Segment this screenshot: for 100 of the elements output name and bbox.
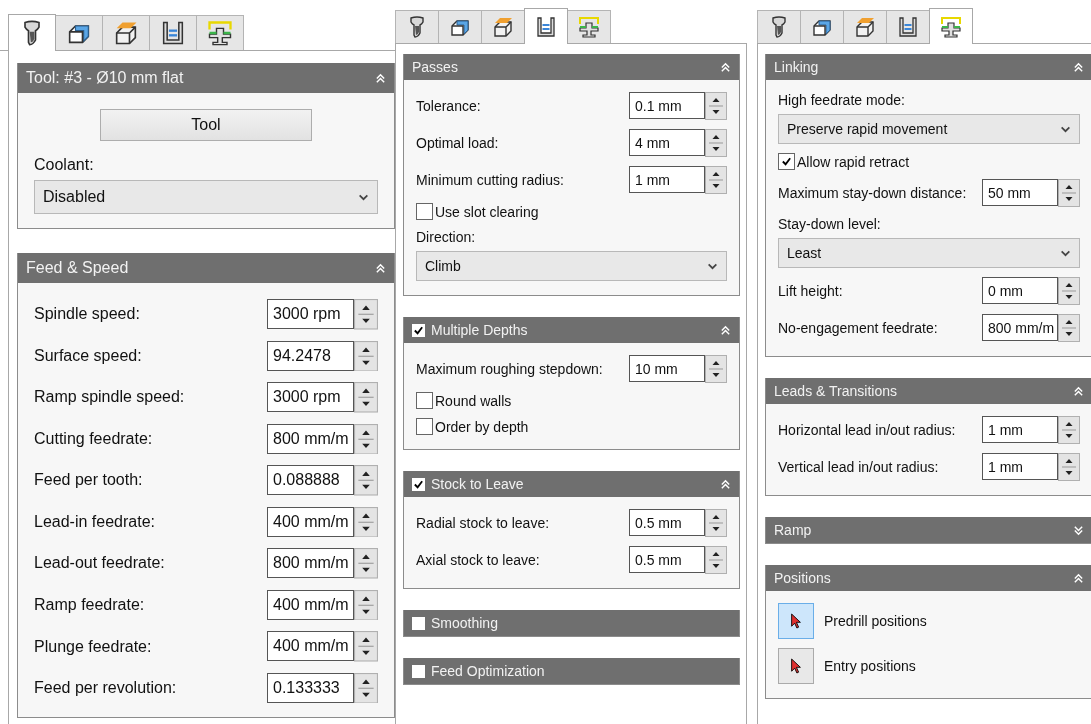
spinner-button[interactable]	[705, 129, 727, 157]
section-header[interactable]: Ramp	[766, 517, 1091, 543]
number-field[interactable]: 50 mm	[982, 179, 1058, 206]
checkbox[interactable]	[416, 203, 433, 220]
spinner-button[interactable]	[354, 548, 378, 579]
collapse-icon[interactable]	[720, 324, 731, 336]
spinner-button[interactable]	[354, 340, 378, 372]
spinner-button[interactable]	[1058, 277, 1080, 305]
number-field[interactable]: 0.5 mm	[629, 546, 705, 573]
number-field[interactable]: 0.1 mm	[629, 92, 705, 119]
section-header[interactable]: Stock to Leave	[404, 471, 739, 497]
dropdown[interactable]: Preserve rapid movement	[778, 114, 1080, 144]
section-header[interactable]: Feed & Speed	[18, 253, 394, 283]
spinner-button[interactable]	[705, 546, 727, 574]
checkbox[interactable]	[778, 153, 795, 170]
number-field[interactable]: 800 mm/m	[982, 314, 1058, 341]
spinner-button[interactable]	[1058, 416, 1080, 444]
number-field[interactable]: 10 mm	[629, 355, 705, 382]
tab[interactable]	[8, 14, 56, 51]
number-field[interactable]: 0.088888	[267, 465, 354, 496]
collapse-icon[interactable]	[375, 262, 386, 274]
number-field[interactable]: 94.2478	[267, 340, 354, 371]
dropdown[interactable]: Disabled	[34, 180, 378, 214]
spinner-button[interactable]	[1058, 314, 1080, 342]
cursor-icon	[789, 657, 803, 675]
tab[interactable]	[149, 15, 197, 50]
spinner-button[interactable]	[354, 299, 378, 330]
spinner-button[interactable]	[354, 631, 378, 662]
pick-button[interactable]	[778, 603, 814, 639]
spinner-button[interactable]	[1058, 179, 1080, 207]
section-header[interactable]: Leads & Transitions	[766, 378, 1091, 404]
number-field[interactable]: 400 mm/m	[267, 506, 354, 537]
collapse-icon[interactable]	[720, 478, 731, 490]
tab[interactable]	[438, 10, 482, 43]
collapse-icon[interactable]	[1073, 61, 1084, 73]
spinner-button[interactable]	[354, 423, 378, 455]
section-header[interactable]: Tool: #3 - Ø10 mm flat	[18, 63, 394, 93]
collapse-icon[interactable]	[375, 72, 386, 84]
number-field[interactable]: 400 mm/m	[267, 589, 354, 620]
tab[interactable]	[800, 10, 844, 43]
field-label: Maximum roughing stepdown:	[416, 361, 603, 377]
tab[interactable]	[481, 10, 525, 43]
checkbox[interactable]	[412, 477, 425, 491]
field-label: High feedrate mode:	[778, 92, 906, 108]
pick-button[interactable]	[778, 648, 814, 684]
number-field[interactable]: 3000 rpm	[267, 382, 354, 413]
number-field[interactable]: 400 mm/m	[267, 631, 354, 662]
field-label: Cutting feedrate:	[34, 429, 153, 448]
checkbox[interactable]	[412, 664, 425, 678]
checkbox[interactable]	[412, 323, 425, 337]
number-field[interactable]: 1 mm	[982, 416, 1058, 443]
section-header[interactable]: Passes	[404, 54, 739, 80]
section-header[interactable]: Multiple Depths	[404, 317, 739, 343]
number-field[interactable]: 3000 rpm	[267, 299, 354, 329]
checkmark-icon	[413, 324, 424, 336]
dropdown[interactable]: Least	[778, 238, 1080, 268]
spinner-button[interactable]	[354, 589, 378, 621]
number-field[interactable]: 4 mm	[629, 129, 705, 156]
number-field[interactable]: 1 mm	[982, 453, 1058, 480]
spinner-button[interactable]	[354, 506, 378, 538]
tab[interactable]	[55, 15, 103, 50]
section-title: Positions	[774, 570, 832, 586]
collapse-icon[interactable]	[1073, 385, 1084, 397]
section-header[interactable]: Feed Optimization	[404, 658, 739, 684]
spinner-button[interactable]	[705, 166, 727, 194]
tab[interactable]	[196, 15, 244, 50]
spinner-button[interactable]	[705, 509, 727, 537]
collapse-icon[interactable]	[1073, 572, 1084, 584]
spinner-button[interactable]	[1058, 453, 1080, 481]
tab[interactable]	[395, 10, 439, 43]
dropdown[interactable]: Climb	[416, 251, 727, 281]
spinner-button[interactable]	[354, 465, 378, 496]
spinner-button[interactable]	[354, 382, 378, 413]
number-field[interactable]: 0 mm	[982, 277, 1058, 304]
spinner-button[interactable]	[354, 672, 378, 704]
spinner-button[interactable]	[705, 92, 727, 120]
spinner-button[interactable]	[705, 355, 727, 383]
tab[interactable]	[886, 10, 930, 43]
tab[interactable]	[843, 10, 887, 43]
number-field[interactable]: 800 mm/m	[267, 548, 354, 579]
section-header[interactable]: Linking	[766, 54, 1091, 80]
expand-icon[interactable]	[1073, 524, 1084, 536]
tab[interactable]	[102, 15, 150, 50]
collapse-icon[interactable]	[720, 61, 731, 73]
pick-label: Entry positions	[824, 658, 916, 674]
section-header[interactable]: Positions	[766, 565, 1091, 591]
number-field[interactable]: 0.5 mm	[629, 509, 705, 536]
checkbox[interactable]	[416, 392, 433, 409]
section-header[interactable]: Smoothing	[404, 610, 739, 636]
checkbox[interactable]	[412, 616, 425, 630]
field-label: Coolant:	[34, 156, 95, 174]
tab[interactable]	[524, 8, 568, 44]
tool-button[interactable]: Tool	[100, 109, 312, 141]
number-field[interactable]: 1 mm	[629, 166, 705, 193]
field-label: Ramp feedrate:	[34, 596, 145, 614]
number-field[interactable]: 800 mm/m	[267, 423, 354, 454]
number-field[interactable]: 0.133333	[267, 672, 354, 703]
checkbox[interactable]	[416, 418, 433, 435]
field-label: Spindle speed:	[34, 305, 140, 324]
tab[interactable]	[757, 10, 801, 43]
